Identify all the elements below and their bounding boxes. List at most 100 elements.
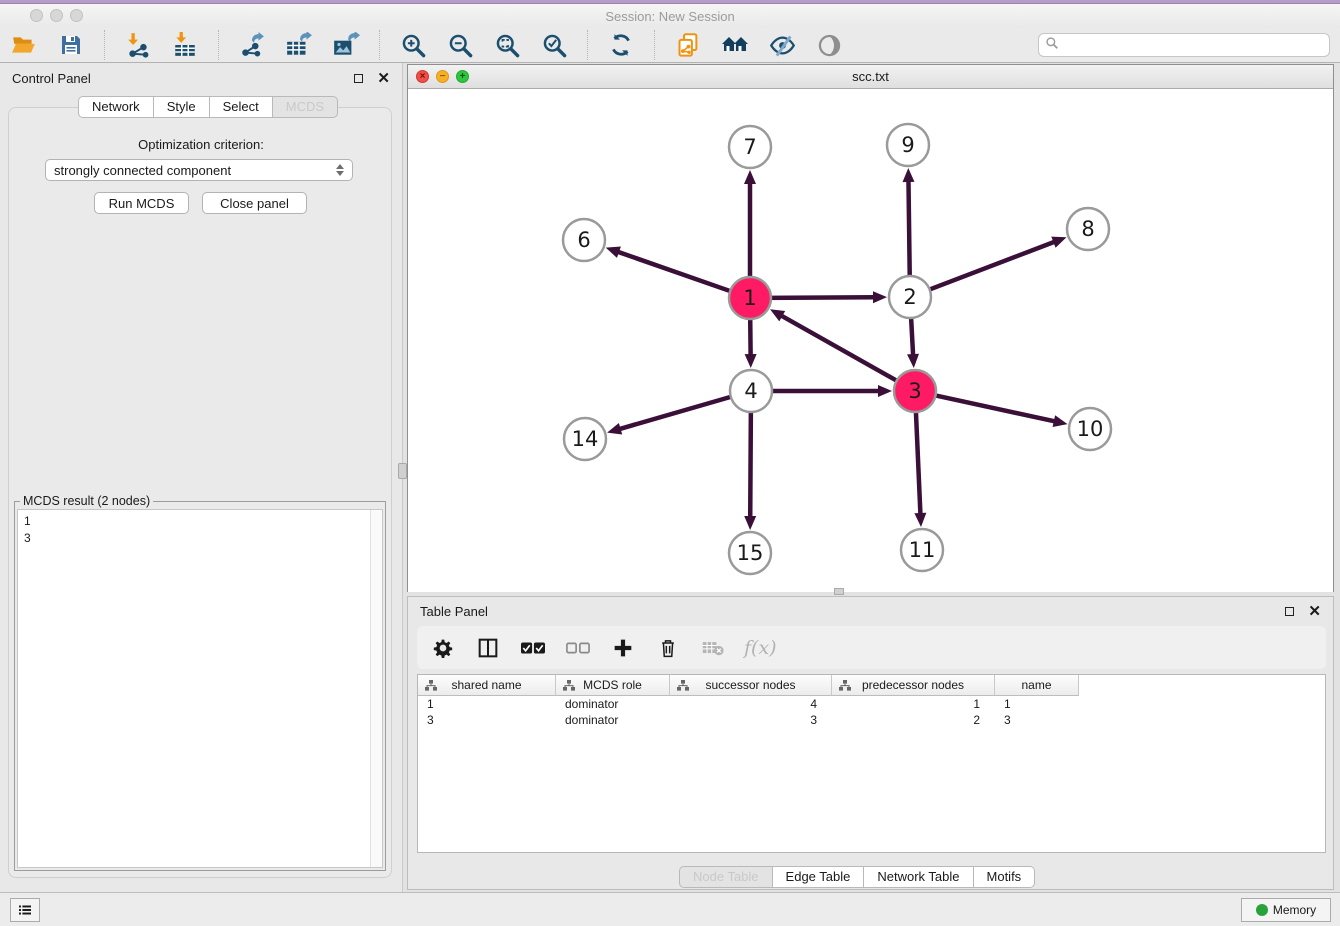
export-image-icon[interactable]	[332, 31, 360, 59]
graph-edge-3-11	[916, 409, 921, 515]
deselect-all-icon[interactable]	[564, 634, 592, 662]
graph-edge-2-9	[908, 180, 909, 279]
tab-edge-table[interactable]: Edge Table	[773, 866, 865, 888]
tab-node-table[interactable]: Node Table	[679, 866, 773, 888]
graph-node-label: 6	[577, 228, 590, 252]
function-builder-icon: f(x)	[744, 637, 777, 659]
clone-network-icon[interactable]	[674, 31, 702, 59]
run-mcds-button[interactable]: Run MCDS	[94, 192, 189, 214]
home-icon[interactable]	[721, 31, 749, 59]
horizontal-divider-grip[interactable]	[834, 588, 844, 595]
cell-mcds-role[interactable]: dominator	[556, 713, 670, 727]
zoom-out-icon[interactable]	[446, 31, 474, 59]
export-network-icon[interactable]	[238, 31, 266, 59]
import-table-icon[interactable]	[171, 31, 199, 59]
control-panel-title: Control Panel	[12, 71, 91, 86]
status-bar: Memory	[0, 892, 1340, 926]
zoom-in-icon[interactable]	[399, 31, 427, 59]
column-header-mcds-role[interactable]: MCDS role	[556, 675, 670, 696]
network-window-titlebar: × − + scc.txt	[408, 65, 1333, 89]
table-panel: Table Panel ✕ f(x) sha	[407, 596, 1334, 890]
mcds-result-group: MCDS result (2 nodes) 1 3	[14, 501, 386, 871]
search-icon	[1045, 36, 1059, 55]
result-scrollbar[interactable]	[370, 510, 382, 867]
open-file-icon[interactable]	[10, 31, 38, 59]
graph-edge-arrowhead	[1051, 237, 1066, 248]
column-header-predecessor-nodes[interactable]: predecessor nodes	[832, 675, 995, 696]
toolbar-separator	[104, 30, 105, 60]
column-header-name[interactable]: name	[995, 675, 1079, 696]
table-row[interactable]: 3 dominator 3 2 3	[418, 712, 1325, 728]
optimization-criterion-select[interactable]: strongly connected component	[45, 159, 353, 181]
close-panel-button[interactable]: Close panel	[202, 192, 307, 214]
optimization-criterion-value: strongly connected component	[54, 163, 231, 178]
cell-name[interactable]: 1	[995, 697, 1079, 711]
refresh-icon[interactable]	[607, 31, 635, 59]
graph-node-label: 7	[743, 135, 756, 159]
cell-shared-name[interactable]: 3	[418, 713, 556, 727]
graph-node-label: 11	[909, 538, 936, 562]
main-toolbar	[0, 28, 1340, 63]
select-all-icon[interactable]	[519, 634, 547, 662]
graph-edge-1-2	[768, 297, 875, 298]
eye-icon[interactable]	[815, 31, 843, 59]
memory-label: Memory	[1273, 903, 1316, 917]
task-history-button[interactable]	[10, 898, 40, 922]
graph-node-label: 4	[744, 379, 757, 403]
table-header-row: shared name MCDS role successor nodes pr…	[418, 675, 1325, 696]
zoom-selected-icon[interactable]	[540, 31, 568, 59]
network-search-field[interactable]	[1038, 33, 1330, 57]
optimization-criterion-label: Optimization criterion:	[0, 137, 402, 152]
cell-name[interactable]: 3	[995, 713, 1079, 727]
graph-edge-3-10	[933, 395, 1056, 422]
import-network-icon[interactable]	[124, 31, 152, 59]
cell-successor-nodes[interactable]: 3	[670, 713, 832, 727]
mcds-result-text[interactable]: 1 3	[17, 509, 383, 868]
cell-predecessor-nodes[interactable]: 2	[832, 713, 995, 727]
cell-predecessor-nodes[interactable]: 1	[832, 697, 995, 711]
graph-edge-arrowhead	[907, 354, 919, 368]
column-header-shared-name[interactable]: shared name	[418, 675, 556, 696]
graph-node-label: 2	[903, 285, 916, 309]
save-session-icon[interactable]	[57, 31, 85, 59]
table-row[interactable]: 1 dominator 4 1 1	[418, 696, 1325, 712]
hide-panel-icon[interactable]	[768, 31, 796, 59]
cell-successor-nodes[interactable]: 4	[670, 697, 832, 711]
tab-style[interactable]: Style	[154, 96, 210, 118]
graph-edge-arrowhead	[878, 385, 892, 397]
tab-network-table[interactable]: Network Table	[864, 866, 973, 888]
table-panel-tabs: Node Table Edge Table Network Table Moti…	[679, 866, 1035, 888]
tab-motifs[interactable]: Motifs	[974, 866, 1036, 888]
add-row-icon[interactable]	[609, 634, 637, 662]
graph-edge-arrowhead	[606, 247, 621, 258]
graph-edge-arrowhead	[1053, 415, 1068, 427]
graph-node-label: 8	[1081, 217, 1094, 241]
graph-edge-4-14	[619, 396, 734, 429]
float-table-panel-icon[interactable]	[1285, 607, 1294, 616]
memory-button[interactable]: Memory	[1241, 898, 1331, 922]
search-input[interactable]	[1063, 38, 1323, 52]
close-table-panel-icon[interactable]: ✕	[1308, 604, 1321, 619]
graph-svg: 7968124314101511	[408, 89, 1333, 592]
graph-node-label: 15	[737, 541, 764, 565]
cell-shared-name[interactable]: 1	[418, 697, 556, 711]
export-table-icon[interactable]	[285, 31, 313, 59]
graph-edge-arrowhead	[744, 170, 756, 184]
delete-icon[interactable]	[654, 634, 682, 662]
split-columns-icon[interactable]	[474, 634, 502, 662]
graph-edge-1-6	[617, 252, 733, 293]
zoom-fit-icon[interactable]	[493, 31, 521, 59]
gear-icon[interactable]	[429, 634, 457, 662]
graph-edge-4-15	[750, 409, 751, 518]
graph-edge-2-8	[927, 241, 1055, 290]
tab-network[interactable]: Network	[78, 96, 154, 118]
cell-mcds-role[interactable]: dominator	[556, 697, 670, 711]
divider-grip[interactable]	[398, 463, 407, 479]
close-panel-icon[interactable]: ✕	[377, 71, 390, 86]
network-canvas[interactable]: 7968124314101511	[408, 89, 1333, 592]
tab-mcds[interactable]: MCDS	[273, 96, 338, 118]
toolbar-separator	[587, 30, 588, 60]
float-panel-icon[interactable]	[354, 74, 363, 83]
column-header-successor-nodes[interactable]: successor nodes	[670, 675, 832, 696]
tab-select[interactable]: Select	[210, 96, 273, 118]
